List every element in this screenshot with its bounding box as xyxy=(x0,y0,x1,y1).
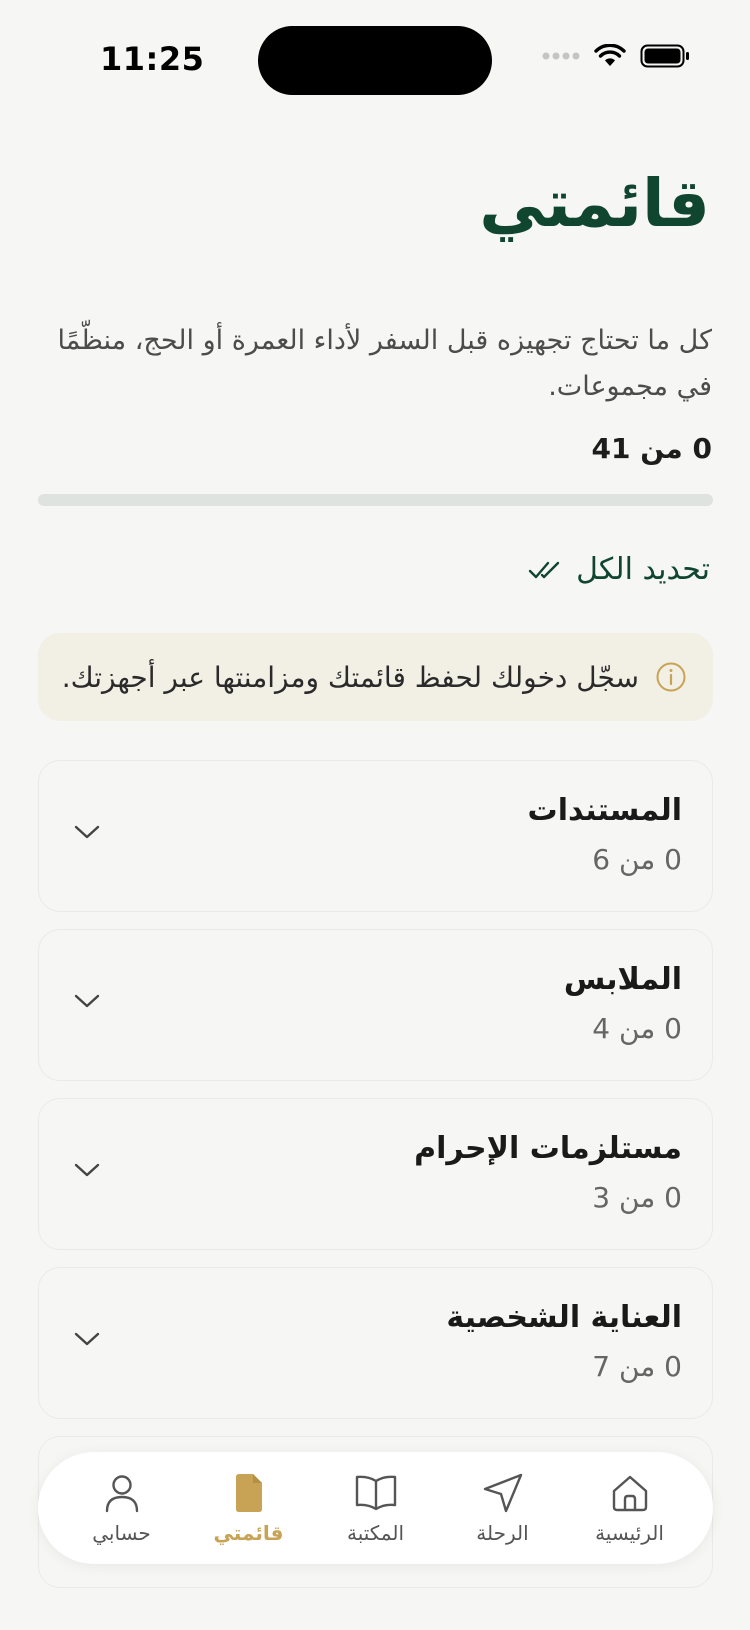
sign-in-banner[interactable]: سجّل دخولك لحفظ قائمتك ومزامنتها عبر أجه… xyxy=(38,633,713,721)
signal-icon xyxy=(542,52,580,60)
tab-label: قائمتي xyxy=(213,1521,284,1545)
tab-trip[interactable]: الرحلة xyxy=(448,1471,558,1545)
double-check-icon xyxy=(528,561,560,578)
tab-home[interactable]: الرئيسية xyxy=(575,1471,685,1545)
wifi-icon xyxy=(594,44,626,66)
group-documents[interactable]: المستندات 0 من 6 xyxy=(38,760,713,912)
navigation-icon xyxy=(483,1473,522,1513)
group-count: 0 من 3 xyxy=(592,1181,682,1214)
progress-count: 0 من 41 xyxy=(591,432,712,465)
home-icon xyxy=(612,1475,647,1512)
tab-my-list[interactable]: قائمتي xyxy=(194,1471,304,1545)
info-icon xyxy=(656,662,686,692)
bottom-tab-bar: الرئيسية الرحلة المكتبة قائمتي حسابي xyxy=(38,1452,713,1564)
status-icons xyxy=(542,44,690,68)
group-count: 0 من 4 xyxy=(592,1012,682,1045)
tab-label: الرئيسية xyxy=(595,1521,664,1545)
select-all-label: تحديد الكل xyxy=(576,552,710,587)
group-ihram-supplies[interactable]: مستلزمات الإحرام 0 من 3 xyxy=(38,1098,713,1250)
status-bar: 11:25 xyxy=(0,0,750,120)
banner-text: سجّل دخولك لحفظ قائمتك ومزامنتها عبر أجه… xyxy=(61,660,639,694)
group-title: مستلزمات الإحرام xyxy=(414,1131,682,1166)
chevron-down-icon xyxy=(74,1332,100,1346)
group-title: العناية الشخصية xyxy=(446,1300,682,1335)
battery-icon xyxy=(640,44,689,68)
tab-label: الرحلة xyxy=(476,1521,529,1545)
tab-label: حسابي xyxy=(92,1521,151,1545)
group-count: 0 من 7 xyxy=(592,1350,682,1383)
tab-label: المكتبة xyxy=(346,1521,405,1545)
select-all-button[interactable]: تحديد الكل xyxy=(528,552,710,587)
group-count: 0 من 6 xyxy=(592,843,682,876)
group-clothes[interactable]: الملابس 0 من 4 xyxy=(38,929,713,1081)
document-icon xyxy=(235,1474,262,1512)
status-time: 11:25 xyxy=(100,40,205,78)
book-icon xyxy=(355,1475,396,1511)
group-title: الملابس xyxy=(563,962,682,997)
chevron-down-icon xyxy=(74,994,100,1008)
chevron-down-icon xyxy=(74,1163,100,1177)
tab-library[interactable]: المكتبة xyxy=(321,1471,431,1545)
dynamic-island xyxy=(258,26,492,95)
page-description: كل ما تحتاج تجهيزه قبل السفر لأداء العمر… xyxy=(57,325,712,402)
progress-bar xyxy=(38,494,713,506)
chevron-down-icon xyxy=(74,825,100,839)
page-title: قائمتي xyxy=(479,165,710,242)
tab-account[interactable]: حسابي xyxy=(67,1471,177,1545)
group-title: المستندات xyxy=(527,793,682,828)
user-icon xyxy=(105,1475,138,1513)
group-personal-care[interactable]: العناية الشخصية 0 من 7 xyxy=(38,1267,713,1419)
